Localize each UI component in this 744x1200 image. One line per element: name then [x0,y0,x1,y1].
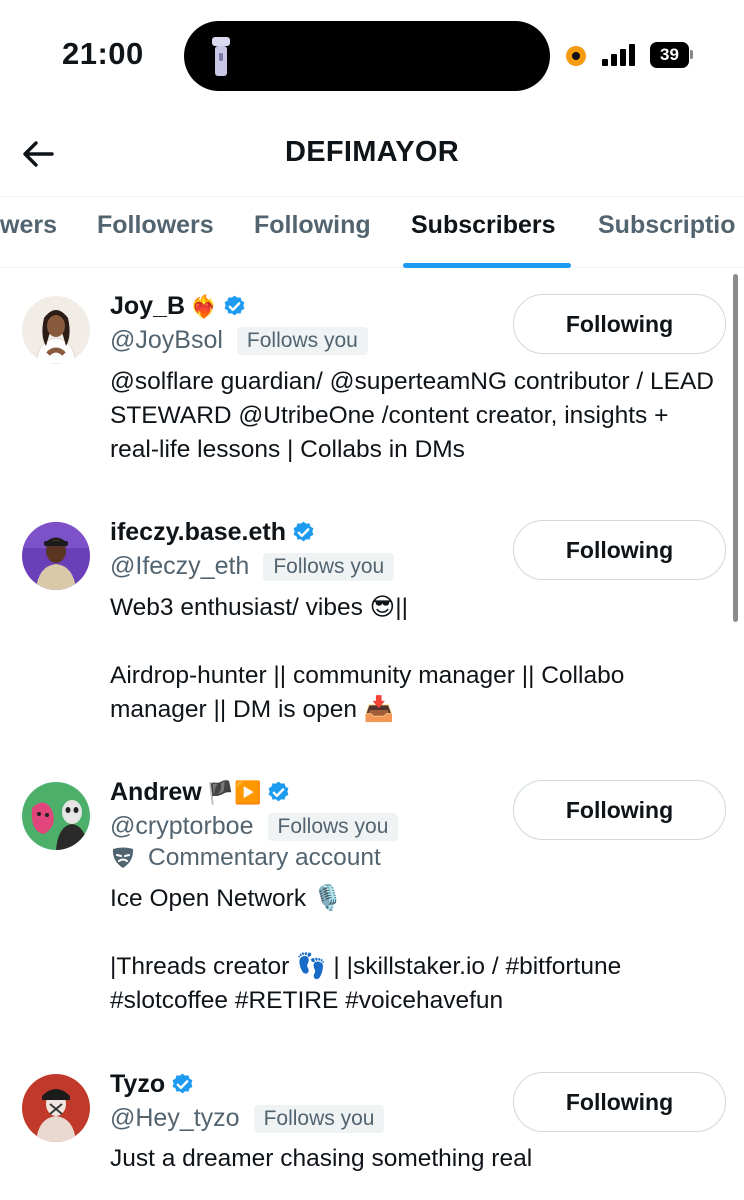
avatar[interactable] [22,1074,90,1142]
user-handle-line: @Ifeczy_eth Follows you [110,552,395,581]
verified-badge-icon [172,1073,193,1094]
user-handle[interactable]: @Ifeczy_eth [110,552,249,581]
display-name[interactable]: Joy_B [110,292,185,321]
page-title: DEFIMAYOR [284,136,460,168]
follows-you-badge: Follows you [263,552,395,581]
user-handle[interactable]: @Hey_tyzo [110,1104,240,1133]
list-item[interactable]: Tyzo @Hey_tyzo Follows you Just a dreame… [0,1062,744,1200]
bio-text: @solflare guardian/ @superteamNG contrib… [110,368,721,463]
following-button[interactable]: Following [513,520,726,580]
verified-badge-icon [269,781,289,802]
following-button[interactable]: Following [513,294,726,354]
tab-subscriptions[interactable]: Subscriptio [598,211,736,240]
user-handle-line: @JoyBsol Follows you [110,326,368,355]
verified-badge-icon [293,521,314,542]
user-name-line: Tyzo [110,1070,195,1099]
dynamic-island [184,21,550,91]
user-handle[interactable]: @JoyBsol [110,326,223,355]
user-name-line: ifeczy.base.eth [110,518,316,547]
avatar[interactable] [22,296,90,364]
display-name[interactable]: Tyzo [110,1070,165,1099]
bio-text: Ice Open Network 🎙️ |Threads creator 👣 |… [110,885,622,1014]
following-button[interactable]: Following [513,780,726,840]
avatar[interactable] [22,782,90,850]
user-bio: @solflare guardian/ @superteamNG contrib… [110,365,720,467]
commentary-mask-icon [112,847,134,868]
status-bar: 21:00 39 [0,0,744,110]
user-name-line: Andrew 🏴▶️ [110,778,291,807]
tab-following[interactable]: Following [254,211,371,240]
avatar[interactable] [22,522,90,590]
signal-icon [602,44,638,66]
user-handle-line: @cryptorboe Follows you [110,812,399,841]
user-name-line: Joy_B ❤️‍🔥 [110,292,247,321]
commentary-label: Commentary account [110,844,381,872]
follows-you-badge: Follows you [267,812,399,841]
display-name[interactable]: ifeczy.base.eth [110,518,286,547]
tab-followers[interactable]: Followers [97,211,214,240]
verified-badge-icon [225,295,245,316]
user-handle-line: @Hey_tyzo Follows you [110,1104,385,1133]
display-name[interactable]: Andrew [110,778,202,807]
name-emoji: ❤️‍🔥 [190,293,218,319]
recording-indicator-icon [566,46,586,66]
user-bio: Ice Open Network 🎙️ |Threads creator 👣 |… [110,882,720,1018]
follows-you-badge: Follows you [253,1104,385,1133]
list-item[interactable]: Andrew 🏴▶️ @cryptorboe Follows you Comme… [0,770,744,1062]
user-handle[interactable]: @cryptorboe [110,812,254,841]
follows-you-badge: Follows you [236,326,368,355]
bio-text: Web3 enthusiast/ vibes 😎|| Airdrop-hunte… [110,594,625,723]
tab-bar: wers Followers Following Subscribers Sub… [0,196,744,268]
flashlight-icon [212,37,230,76]
commentary-text: Commentary account [148,844,381,871]
battery-level: 39 [650,42,689,68]
list-item[interactable]: Joy_B ❤️‍🔥 @JoyBsol Follows you @solflar… [0,280,744,510]
battery-icon: 39 [650,42,693,68]
status-time: 21:00 [62,36,144,71]
tab-verified-followers[interactable]: wers [0,211,57,240]
following-button[interactable]: Following [513,1072,726,1132]
active-tab-indicator [403,263,571,268]
tab-subscribers[interactable]: Subscribers [411,211,556,240]
list-item[interactable]: ifeczy.base.eth @Ifeczy_eth Follows you … [0,510,744,770]
bio-text: Just a dreamer chasing something real [110,1145,533,1172]
user-bio: Web3 enthusiast/ vibes 😎|| Airdrop-hunte… [110,591,720,727]
name-emoji: 🏴▶️ [206,779,262,805]
user-bio: Just a dreamer chasing something real [110,1142,720,1176]
profile-header: DEFIMAYOR [0,110,744,196]
